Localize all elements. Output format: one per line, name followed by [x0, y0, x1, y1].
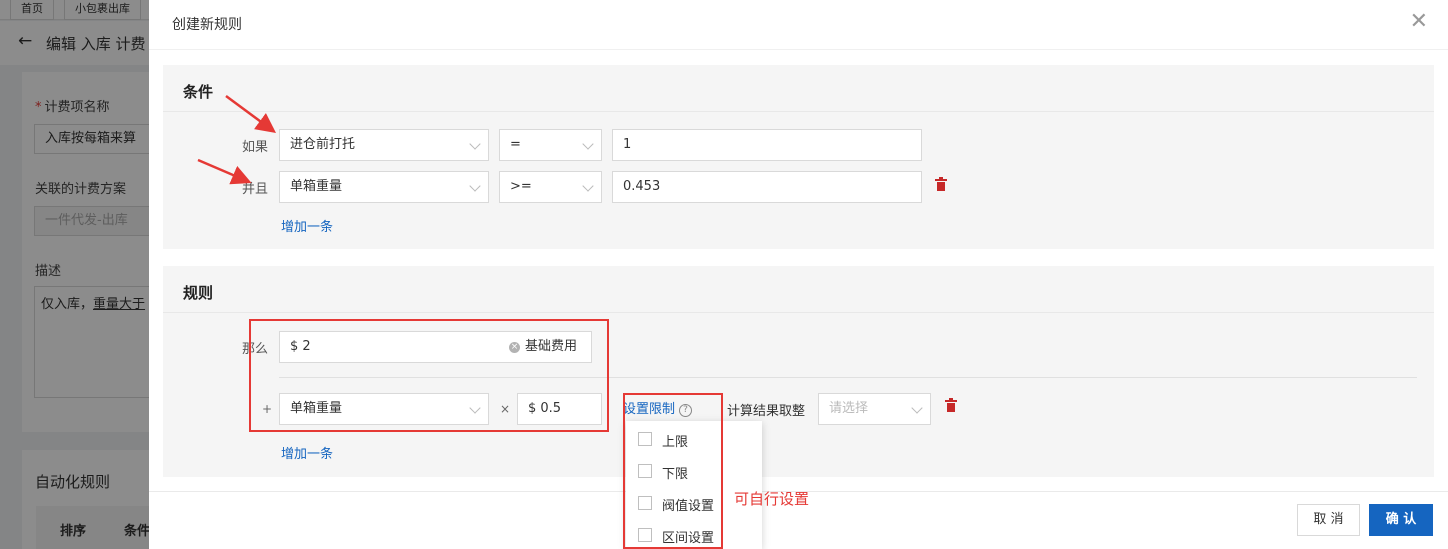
arrow-to-if	[225, 94, 277, 133]
annotation-arrows	[197, 94, 277, 185]
arrow-to-and	[197, 158, 252, 185]
